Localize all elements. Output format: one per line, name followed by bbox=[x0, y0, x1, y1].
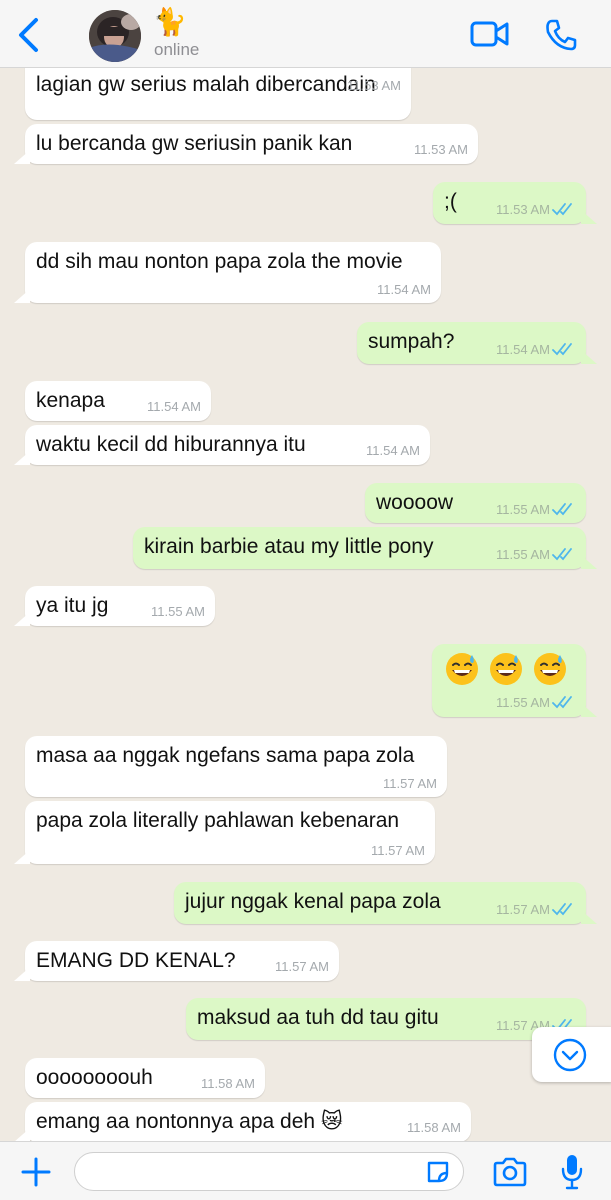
message-input[interactable] bbox=[74, 1152, 464, 1191]
read-receipt-icon bbox=[552, 203, 572, 216]
contact-status: online bbox=[154, 40, 200, 59]
message-bubble-incoming[interactable]: lagian gw serius malah dibercandain 11.5… bbox=[25, 68, 411, 120]
read-receipt-icon bbox=[552, 903, 572, 916]
message-bubble-incoming[interactable]: emang aa nontonnya apa deh 😿 11.58 AM bbox=[14, 1102, 471, 1141]
message-bubble-incoming[interactable]: masa aa nggak ngefans sama papa zola 11.… bbox=[25, 736, 447, 797]
message-bubble-outgoing[interactable]: kirain barbie atau my little pony 11.55 … bbox=[133, 527, 597, 569]
read-receipt-icon bbox=[552, 503, 572, 516]
phone-icon[interactable] bbox=[544, 18, 578, 52]
message-text: EMANG DD KENAL? bbox=[36, 949, 236, 972]
chevron-down-icon bbox=[553, 1038, 587, 1072]
read-receipt-icon bbox=[552, 548, 572, 561]
message-bubble-incoming[interactable]: waktu kecil dd hiburannya itu 11.54 AM bbox=[14, 425, 430, 465]
message-time: 11.54 AM bbox=[366, 443, 420, 458]
message-bubble-outgoing[interactable]: 11.55 AM bbox=[432, 644, 597, 717]
message-time: 11.54 AM bbox=[147, 399, 201, 414]
message-text: ;( bbox=[444, 190, 457, 213]
message-text: dd sih mau nonton papa zola the movie bbox=[36, 250, 403, 273]
plus-icon[interactable] bbox=[20, 1156, 52, 1188]
message-list[interactable]: lagian gw serius malah dibercandain 11.5… bbox=[0, 68, 611, 1141]
message-time: 11.57 AM bbox=[383, 776, 437, 791]
contact-avatar[interactable] bbox=[89, 10, 141, 62]
message-bubble-outgoing[interactable]: ;( 11.53 AM bbox=[433, 182, 597, 224]
grinning-sweat-emoji-icon bbox=[446, 653, 478, 685]
grinning-sweat-emoji-icon bbox=[534, 653, 566, 685]
message-text: maksud aa tuh dd tau gitu bbox=[197, 1006, 439, 1029]
message-time: 11.53 AM bbox=[414, 142, 468, 157]
message-time: 11.58 AM bbox=[201, 1076, 255, 1091]
sticker-icon[interactable] bbox=[426, 1160, 450, 1184]
message-bubble-incoming[interactable]: oooooooouh 11.58 AM bbox=[25, 1058, 265, 1098]
message-bubble-incoming[interactable]: EMANG DD KENAL? 11.57 AM bbox=[14, 941, 339, 981]
message-text: waktu kecil dd hiburannya itu bbox=[36, 433, 306, 456]
grinning-sweat-emoji-icon bbox=[490, 653, 522, 685]
message-time: 11.54 AM bbox=[377, 282, 431, 297]
message-bubble-incoming[interactable]: kenapa 11.54 AM bbox=[25, 381, 211, 421]
message-text: kenapa bbox=[36, 389, 105, 412]
message-text: sumpah? bbox=[368, 330, 455, 353]
video-call-icon[interactable] bbox=[470, 17, 510, 51]
message-time: 11.57 AM bbox=[371, 843, 425, 858]
message-emoji-row bbox=[445, 652, 567, 688]
message-text: emang aa nontonnya apa deh 😿 bbox=[36, 1110, 343, 1133]
message-bubble-outgoing[interactable]: woooow 11.55 AM bbox=[365, 483, 586, 523]
camera-icon[interactable] bbox=[492, 1156, 528, 1188]
message-input-bar bbox=[0, 1141, 611, 1200]
message-time: 11.53 AM bbox=[496, 202, 550, 217]
message-text: lu bercanda gw seriusin panik kan bbox=[36, 132, 353, 155]
microphone-icon[interactable] bbox=[560, 1153, 584, 1191]
message-time: 11.55 AM bbox=[151, 604, 205, 619]
contact-name[interactable]: 🐈 bbox=[153, 8, 187, 38]
message-time: 11.54 AM bbox=[496, 342, 550, 357]
scroll-to-bottom-button[interactable] bbox=[532, 1027, 611, 1082]
message-time: 11.57 AM bbox=[496, 902, 550, 917]
message-time: 11.57 AM bbox=[275, 959, 329, 974]
message-bubble-incoming[interactable]: dd sih mau nonton papa zola the movie 11… bbox=[14, 242, 441, 303]
message-text: kirain barbie atau my little pony bbox=[144, 535, 434, 558]
message-bubble-outgoing[interactable]: jujur nggak kenal papa zola 11.57 AM bbox=[174, 882, 597, 924]
message-time: 11.55 AM bbox=[496, 695, 550, 710]
message-time: 11.53 AM bbox=[347, 78, 401, 93]
message-text: woooow bbox=[376, 491, 454, 514]
read-receipt-icon bbox=[552, 696, 572, 709]
message-text: oooooooouh bbox=[36, 1066, 153, 1089]
message-bubble-incoming[interactable]: lu bercanda gw seriusin panik kan 11.53 … bbox=[14, 124, 478, 164]
message-text: papa zola literally pahlawan kebenaran bbox=[36, 809, 400, 832]
message-text: lagian gw serius malah dibercandain bbox=[36, 73, 376, 96]
chat-header: 🐈 online bbox=[0, 0, 611, 68]
message-bubble-outgoing[interactable]: maksud aa tuh dd tau gitu 11.57 AM bbox=[186, 998, 597, 1040]
message-text: jujur nggak kenal papa zola bbox=[185, 890, 441, 913]
message-time: 11.55 AM bbox=[496, 502, 550, 517]
message-bubble-outgoing[interactable]: sumpah? 11.54 AM bbox=[357, 322, 597, 364]
message-text: masa aa nggak ngefans sama papa zola bbox=[36, 744, 415, 767]
message-time: 11.55 AM bbox=[496, 547, 550, 562]
message-bubble-incoming[interactable]: ya itu jg 11.55 AM bbox=[14, 586, 215, 626]
read-receipt-icon bbox=[552, 343, 572, 356]
message-bubble-incoming[interactable]: papa zola literally pahlawan kebenaran 1… bbox=[14, 801, 435, 864]
back-chevron-icon[interactable] bbox=[14, 16, 44, 54]
message-text: ya itu jg bbox=[36, 594, 109, 617]
message-time: 11.58 AM bbox=[407, 1120, 461, 1135]
